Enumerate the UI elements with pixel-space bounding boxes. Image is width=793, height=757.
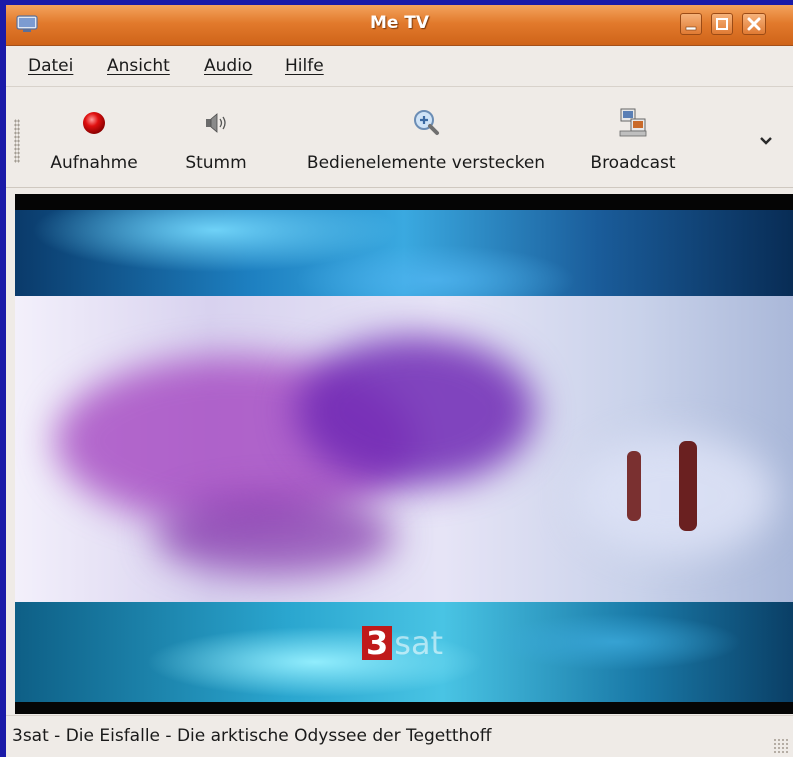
- window-title: Me TV: [369, 13, 430, 33]
- minimize-button[interactable]: [680, 13, 702, 35]
- record-icon: [83, 112, 105, 134]
- resize-grip-icon[interactable]: [773, 738, 789, 754]
- menu-audio[interactable]: Audio: [204, 56, 252, 76]
- channel-logo-number: 3: [362, 626, 393, 660]
- title-bar[interactable]: Me TV: [6, 5, 793, 46]
- video-area[interactable]: 3 sat: [15, 194, 793, 714]
- menu-ansicht[interactable]: Ansicht: [107, 56, 170, 76]
- status-bar: 3sat - Die Eisfalle - Die arktische Odys…: [6, 715, 793, 757]
- person-figure: [679, 441, 697, 531]
- chevron-down-icon[interactable]: [754, 131, 778, 151]
- toolbar-grip[interactable]: [14, 119, 20, 163]
- hide-controls-button[interactable]: Bedienelemente verstecken: [286, 107, 566, 173]
- maximize-icon: [716, 18, 728, 30]
- broadcast-label: Broadcast: [590, 153, 676, 173]
- record-label: Aufnahme: [50, 153, 138, 173]
- video-scene: [15, 296, 793, 602]
- menu-bar: Datei Ansicht Audio Hilfe: [6, 46, 793, 87]
- zoom-in-icon: [414, 110, 439, 135]
- mute-label: Stumm: [185, 153, 247, 173]
- status-text: 3sat - Die Eisfalle - Die arktische Odys…: [12, 726, 492, 746]
- channel-logo-text: sat: [394, 624, 444, 662]
- toolbar: Aufnahme Stumm Bedienelemente verstecken: [6, 87, 793, 188]
- broadcast-button[interactable]: Broadcast: [578, 107, 688, 173]
- mute-button[interactable]: Stumm: [176, 107, 256, 173]
- me-tv-window: Me TV Datei Ansicht Audio Hilfe Aufnahme…: [6, 5, 793, 757]
- video-top-band: [15, 210, 793, 296]
- close-icon: [747, 17, 761, 31]
- close-button[interactable]: [742, 13, 766, 35]
- network-computers-icon: [619, 108, 647, 137]
- maximize-button[interactable]: [711, 13, 733, 35]
- channel-logo: 3 sat: [362, 624, 443, 660]
- minimize-icon: [685, 26, 697, 31]
- speaker-icon: [206, 113, 226, 133]
- menu-datei[interactable]: Datei: [28, 56, 73, 76]
- person-figure: [627, 451, 641, 521]
- hide-controls-label: Bedienelemente verstecken: [306, 153, 546, 173]
- menu-hilfe[interactable]: Hilfe: [285, 56, 324, 76]
- record-button[interactable]: Aufnahme: [42, 107, 146, 173]
